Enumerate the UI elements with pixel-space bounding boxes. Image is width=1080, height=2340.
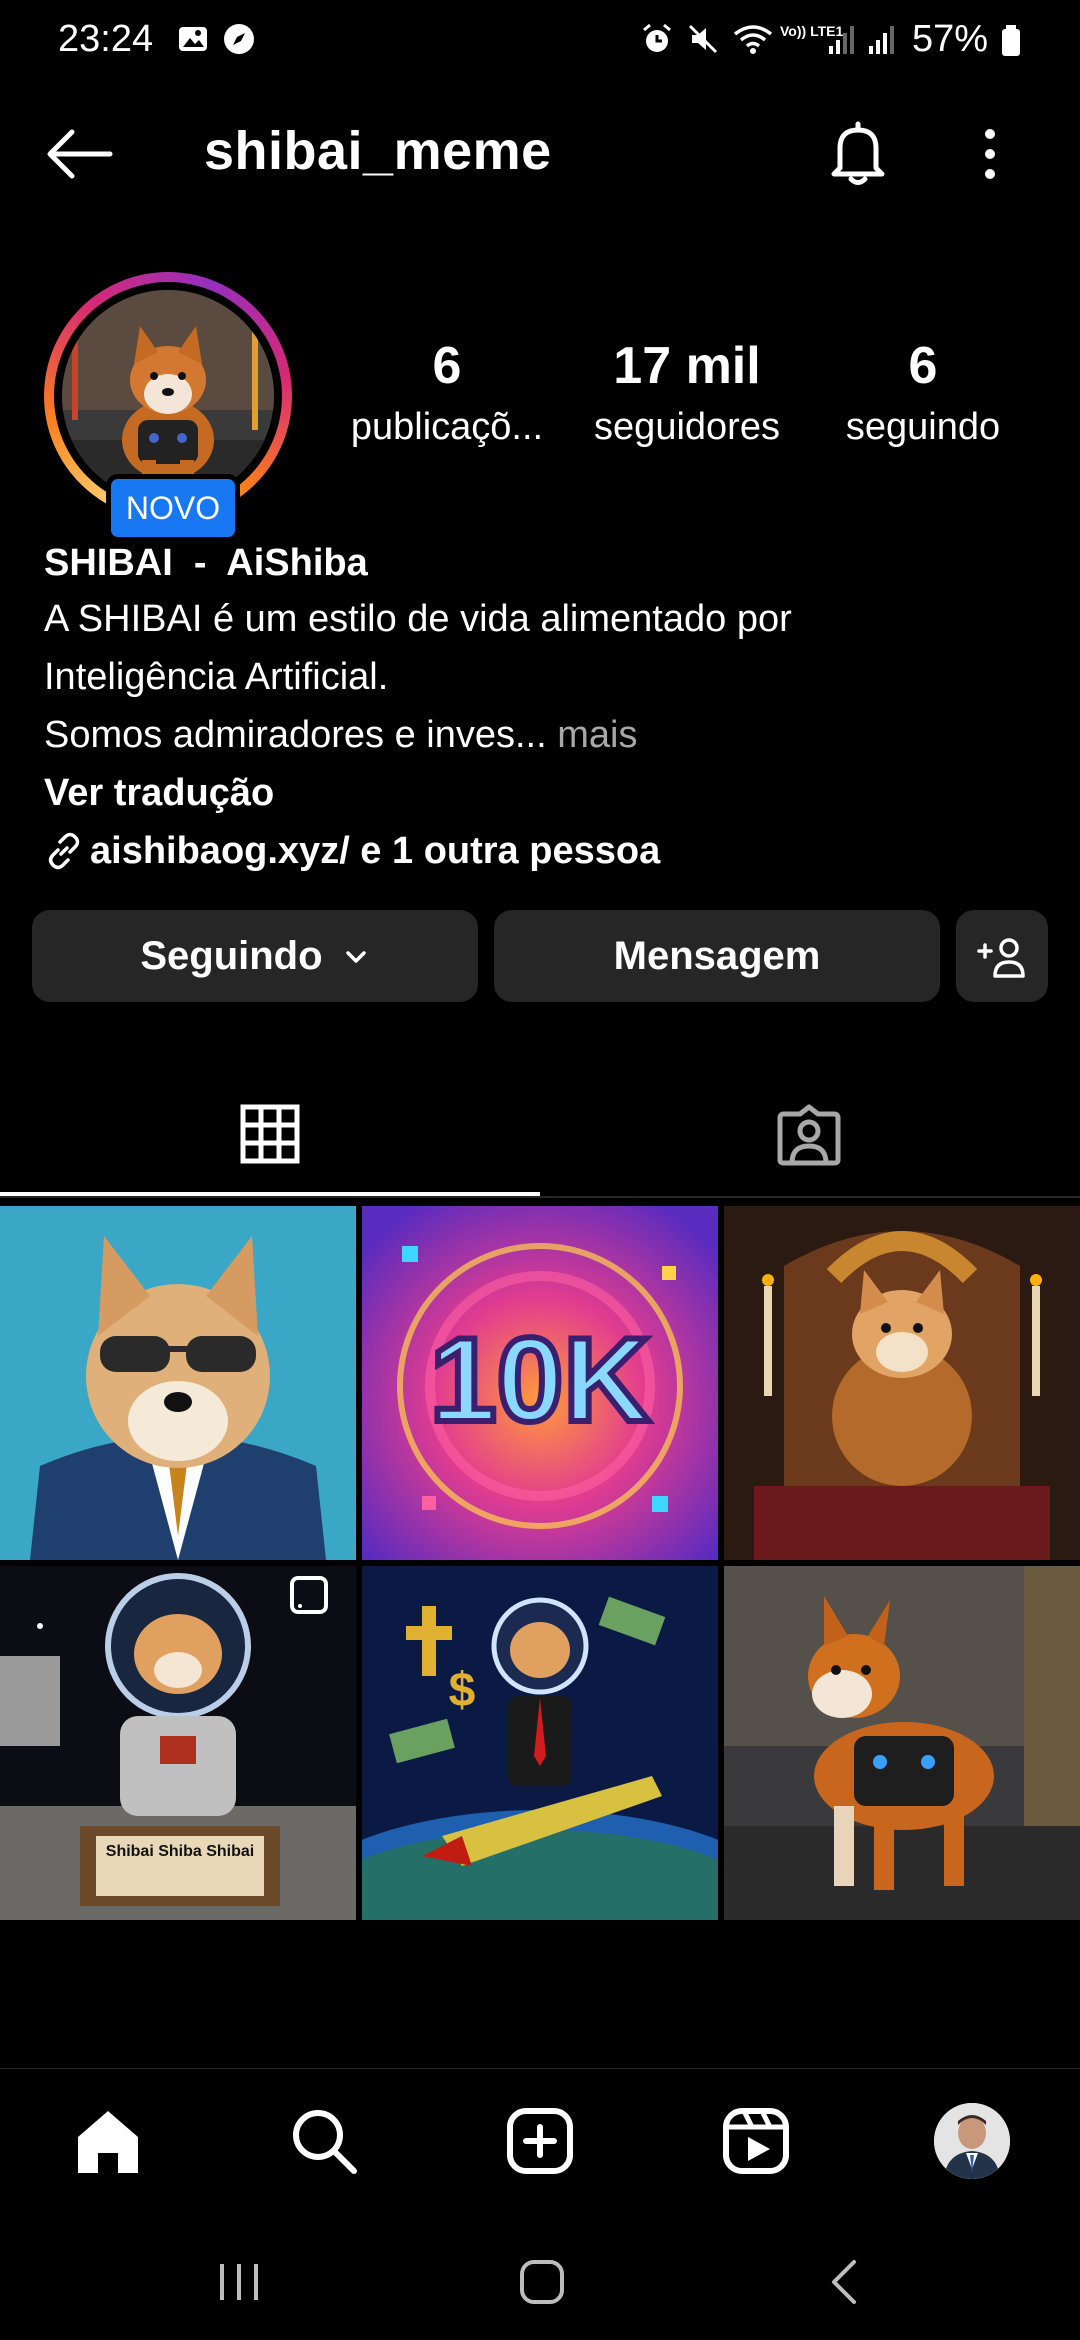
more-link[interactable]: mais	[547, 714, 637, 756]
post-thumbnail	[724, 1206, 1080, 1560]
tab-grid[interactable]	[0, 1070, 540, 1196]
username-title: shibai_meme	[204, 121, 552, 181]
create-icon[interactable]	[502, 2103, 578, 2179]
user-avatar-image	[934, 2103, 1010, 2179]
battery-icon	[1002, 25, 1020, 56]
compass-icon	[224, 24, 254, 54]
stat-value: 6	[432, 337, 462, 395]
post-caption: Shibai Shiba Shibai	[106, 1843, 254, 1860]
stat-followers[interactable]: 17 mil seguidores	[572, 336, 802, 449]
stat-value: 17 mil	[613, 337, 761, 395]
profile-header-bar: shibai_meme	[0, 100, 1080, 210]
grid-post[interactable]: 10K	[362, 1206, 718, 1560]
bio-line-truncated: Somos admiradores e inves... mais	[44, 706, 1044, 764]
bell-icon[interactable]	[826, 118, 890, 188]
search-icon[interactable]	[286, 2103, 362, 2179]
mute-icon	[688, 24, 718, 54]
add-person-icon	[977, 938, 1025, 979]
link-icon	[48, 832, 80, 870]
grid-post[interactable]	[724, 1206, 1080, 1560]
tab-tagged[interactable]	[540, 1070, 1080, 1196]
alarm-icon	[643, 23, 671, 52]
grid-post[interactable]: $	[362, 1566, 718, 1920]
bio-text: Somos admiradores e inves...	[44, 714, 547, 756]
translate-link[interactable]: Ver tradução	[44, 764, 1044, 822]
post-thumbnail: $	[362, 1566, 718, 1920]
bio-line: Inteligência Artificial.	[44, 656, 389, 698]
back-button-icon[interactable]	[824, 2258, 864, 2306]
bio-line: A SHIBAI é um estilo de vida alimentado …	[44, 598, 792, 640]
post-thumbnail	[0, 1206, 356, 1560]
profile-avatar[interactable]	[62, 290, 274, 502]
tagged-icon	[777, 1104, 841, 1166]
back-arrow-icon[interactable]	[44, 126, 116, 182]
post-caption: 10K	[430, 1313, 650, 1447]
stat-following[interactable]: 6 seguindo	[808, 336, 1038, 449]
shiba-avatar-image	[62, 290, 274, 502]
post-thumbnail: 10K	[362, 1206, 718, 1560]
home-icon[interactable]	[70, 2103, 146, 2179]
stat-label: publicaçõ...	[350, 406, 544, 448]
status-bar: 23:24 Vo)) LTE1 57%	[0, 0, 1080, 84]
chevron-down-icon	[345, 951, 366, 963]
post-thumbnail	[724, 1566, 1080, 1920]
stat-value: 6	[908, 337, 938, 395]
message-button[interactable]: Mensagem	[494, 910, 940, 1002]
status-time: 23:24	[58, 18, 154, 60]
home-button-icon[interactable]	[518, 2258, 566, 2306]
more-vert-icon[interactable]	[958, 120, 1022, 190]
stat-label: seguidores	[594, 406, 780, 448]
following-button[interactable]: Seguindo	[32, 910, 478, 1002]
signal-1-icon	[829, 26, 854, 54]
battery-percent: 57%	[912, 18, 989, 60]
grid-post[interactable]	[724, 1566, 1080, 1920]
stat-label: seguindo	[845, 406, 1001, 448]
suggest-people-button[interactable]	[956, 910, 1048, 1002]
grid-post[interactable]: Shibai Shiba Shibai	[0, 1566, 356, 1920]
grid-icon	[240, 1104, 300, 1164]
recent-apps-icon[interactable]	[214, 2260, 264, 2304]
bottom-navigation	[0, 2068, 1080, 2209]
grid-post[interactable]	[0, 1206, 356, 1560]
system-navigation-bar	[0, 2208, 1080, 2340]
stat-posts[interactable]: 6 publicaçõ...	[332, 336, 562, 449]
following-label: Seguindo	[140, 934, 323, 978]
wifi-icon	[733, 25, 773, 54]
post-caption: $	[449, 1664, 476, 1717]
website-link[interactable]: aishibaog.xyz/ e 1 outra pessoa	[44, 822, 1044, 880]
new-badge: NOVO	[106, 474, 240, 542]
website-text: aishibaog.xyz/ e 1 outra pessoa	[90, 830, 661, 872]
post-thumbnail: Shibai Shiba Shibai	[0, 1566, 356, 1920]
profile-tab-avatar[interactable]	[934, 2103, 1010, 2179]
gallery-icon	[179, 27, 207, 51]
tabs-divider	[0, 1196, 1080, 1198]
reels-icon[interactable]	[718, 2103, 794, 2179]
signal-2-icon	[869, 26, 894, 54]
profile-name: SHIBAI - AiShiba	[44, 542, 368, 584]
